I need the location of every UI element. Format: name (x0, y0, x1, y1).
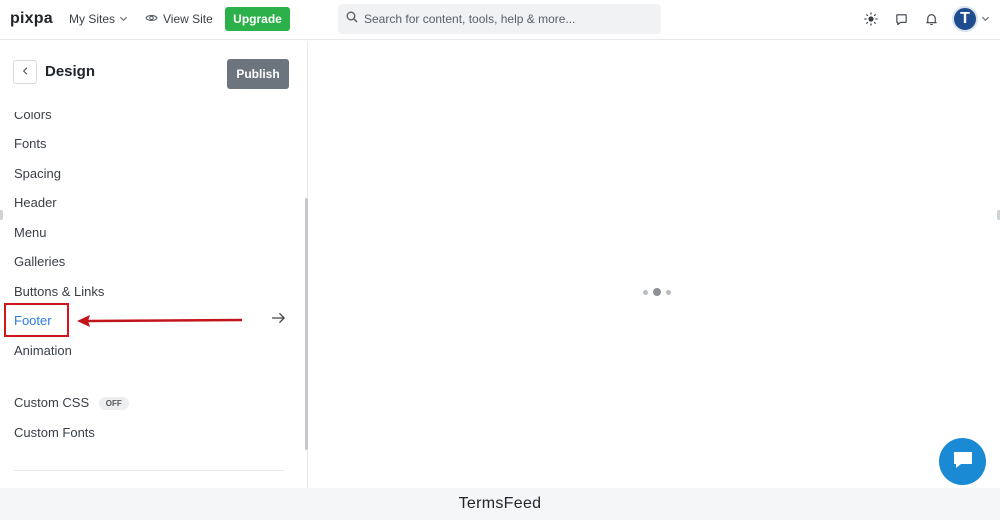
search-icon (346, 10, 358, 28)
publish-button[interactable]: Publish (227, 59, 289, 89)
loading-indicator (643, 288, 671, 296)
view-site-label: View Site (163, 12, 213, 26)
chat-icon (952, 450, 974, 473)
sun-icon[interactable] (856, 6, 886, 32)
menu-item-custom-css[interactable]: Custom CSS OFF (14, 395, 129, 411)
menu-item-galleries[interactable]: Galleries (14, 254, 65, 269)
sidebar-scrollbar[interactable] (305, 198, 308, 450)
sidebar-divider (14, 470, 284, 471)
menu-item-fonts[interactable]: Fonts (14, 136, 47, 151)
custom-css-toggle[interactable]: OFF (98, 397, 129, 411)
menu-item-animation[interactable]: Animation (14, 343, 72, 358)
caption-bar: TermsFeed (0, 488, 1000, 520)
caption-text: TermsFeed (458, 495, 542, 512)
menu-item-colors[interactable]: Colors (14, 112, 52, 122)
menu-item-menu[interactable]: Menu (14, 225, 47, 240)
loader-dot (653, 288, 661, 296)
search-bar[interactable] (338, 4, 661, 34)
chevron-left-icon (21, 63, 30, 81)
my-sites-dropdown[interactable]: My Sites (69, 12, 128, 26)
my-sites-label: My Sites (69, 12, 116, 26)
view-site-link[interactable]: View Site (145, 12, 213, 26)
loader-dot (643, 289, 648, 295)
chevron-down-icon[interactable] (981, 10, 990, 28)
eye-icon (145, 12, 158, 26)
avatar[interactable]: T (952, 6, 978, 32)
top-right-icons: T (856, 6, 990, 32)
bell-icon[interactable] (916, 6, 946, 32)
panel-title: Design (45, 63, 96, 80)
menu-item-spacing[interactable]: Spacing (14, 166, 61, 181)
footer-highlight-box (4, 303, 69, 337)
menu-item-buttons-links[interactable]: Buttons & Links (14, 284, 104, 299)
menu-item-header[interactable]: Header (14, 195, 57, 210)
top-bar: pixpa My Sites View Site Upgrade T (0, 0, 1000, 40)
custom-css-label: Custom CSS (14, 395, 90, 410)
back-button[interactable] (13, 60, 37, 84)
pixpa-logo[interactable]: pixpa (10, 10, 53, 28)
left-edge-handle[interactable] (0, 210, 3, 220)
annotation-arrow (76, 312, 244, 333)
chat-bubble-icon[interactable] (886, 6, 916, 32)
design-sidebar: Design Publish Colors Fonts Spacing Head… (0, 41, 308, 488)
menu-item-custom-fonts[interactable]: Custom Fonts (14, 425, 95, 440)
arrow-right-icon[interactable] (271, 311, 286, 330)
search-input[interactable] (364, 12, 654, 26)
loader-dot (666, 289, 671, 295)
chat-support-button[interactable] (939, 438, 986, 485)
chevron-down-icon (119, 12, 128, 26)
upgrade-button[interactable]: Upgrade (225, 7, 290, 31)
